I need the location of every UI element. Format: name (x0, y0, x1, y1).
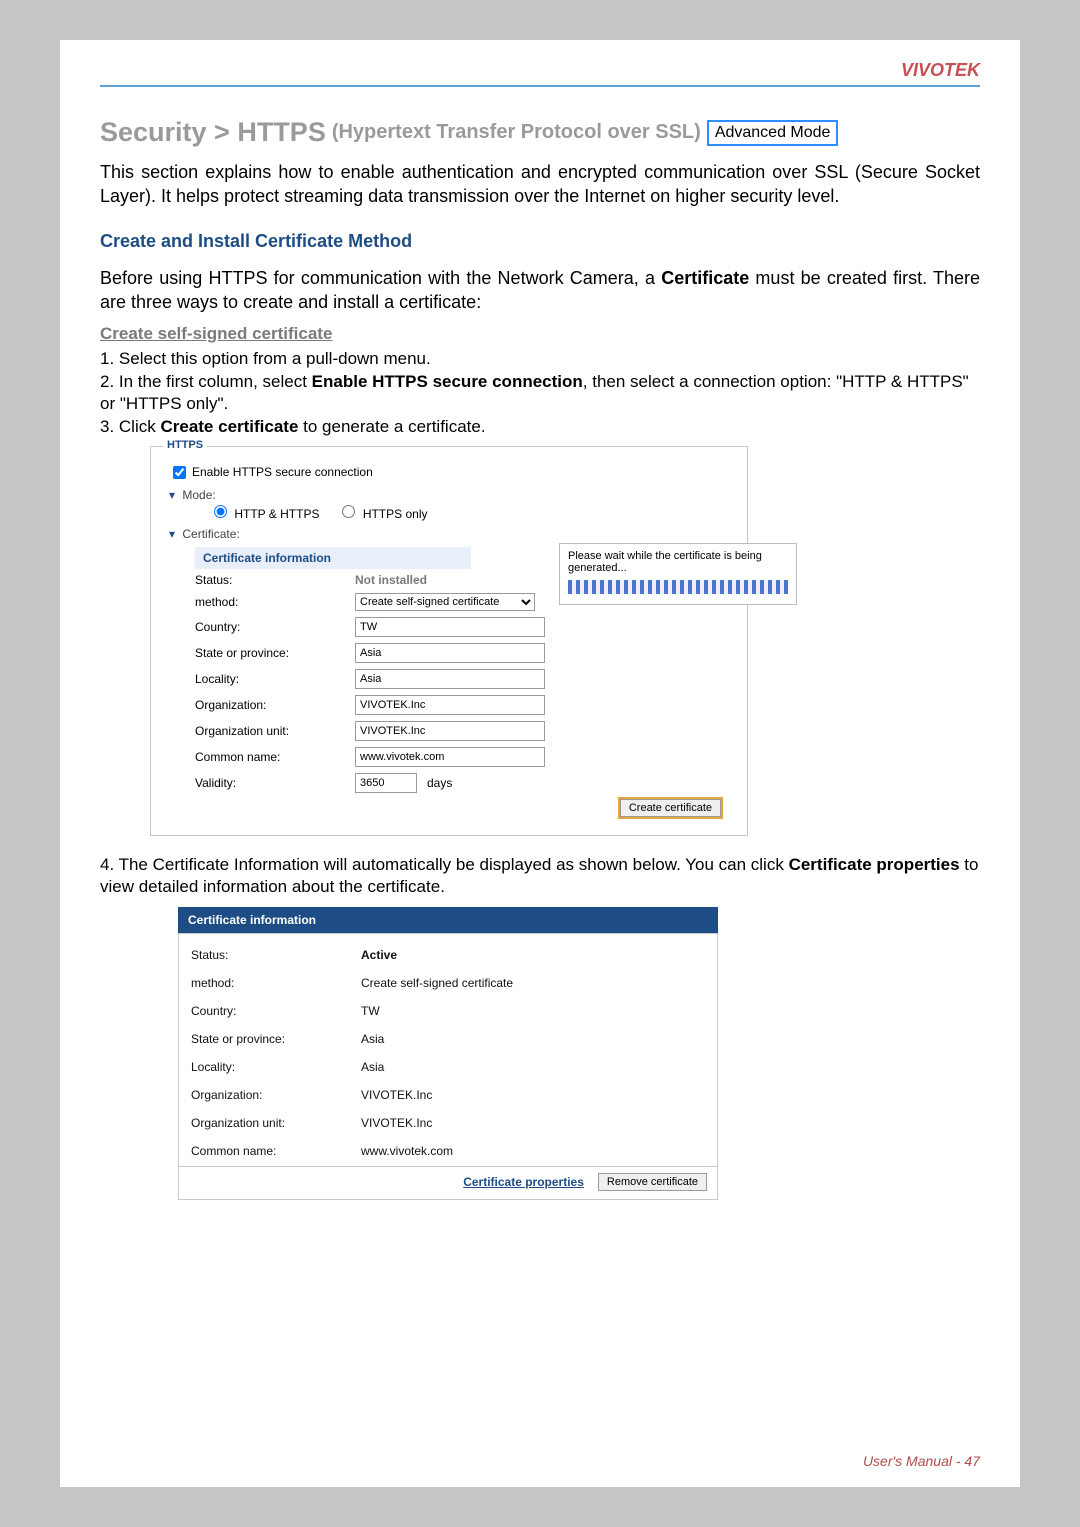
enable-https-checkbox[interactable] (173, 466, 186, 479)
locality-label: Locality: (195, 672, 355, 686)
radio-http-https-label: HTTP & HTTPS (234, 507, 319, 521)
step-4b: Certificate properties (789, 855, 960, 874)
orgunit-label: Organization unit: (195, 724, 355, 738)
step-2: 2. In the first column, select Enable HT… (100, 371, 980, 416)
before-p-1: Before using HTTPS for communication wit… (100, 268, 661, 288)
cert-info-panel: Certificate information Status: Active m… (178, 907, 718, 1200)
orgunit-label-2: Organization unit: (191, 1116, 361, 1130)
generating-certificate-dialog: Please wait while the certificate is bei… (559, 543, 797, 605)
org-label-2: Organization: (191, 1088, 361, 1102)
cert-info-header: Certificate information (195, 547, 471, 569)
certificate-properties-link[interactable]: Certificate properties (463, 1175, 584, 1189)
footer-label: User's Manual - (863, 1453, 961, 1469)
step-3a: 3. Click (100, 417, 160, 436)
org-label: Organization: (195, 698, 355, 712)
radio-https-only[interactable]: HTTPS only (337, 502, 427, 521)
https-frame-title: HTTPS (163, 439, 207, 451)
selfsigned-heading: Create self-signed certificate (100, 324, 980, 344)
state-value-2: Asia (361, 1032, 705, 1046)
https-config-panel: HTTPS Enable HTTPS secure connection ▾ M… (150, 446, 748, 836)
orgunit-value-2: VIVOTEK.Inc (361, 1116, 705, 1130)
heading-subtitle: (Hypertext Transfer Protocol over SSL) (332, 121, 701, 144)
remove-certificate-button[interactable]: Remove certificate (598, 1173, 707, 1191)
expand-icon[interactable]: ▾ (169, 488, 175, 502)
step-3b: Create certificate (160, 417, 298, 436)
common-input[interactable] (355, 747, 545, 767)
cert-info-title: Certificate information (178, 907, 718, 933)
steps-block-2: 4. The Certificate Information will auto… (100, 854, 980, 899)
radio-https-only-label: HTTPS only (363, 507, 428, 521)
certificate-label: Certificate: (182, 527, 239, 541)
common-value-2: www.vivotek.com (361, 1144, 705, 1158)
intro-paragraph: This section explains how to enable auth… (100, 160, 980, 209)
section-heading: Create and Install Certificate Method (100, 231, 980, 252)
footer-page: 47 (964, 1453, 980, 1469)
enable-https-label: Enable HTTPS secure connection (192, 465, 373, 479)
status-label-2: Status: (191, 948, 361, 962)
orgunit-input[interactable] (355, 721, 545, 741)
method-select[interactable]: Create self-signed certificate (355, 593, 535, 611)
locality-value-2: Asia (361, 1060, 705, 1074)
status-label: Status: (195, 573, 355, 587)
step-4a: 4. The Certificate Information will auto… (100, 855, 789, 874)
validity-input[interactable] (355, 773, 417, 793)
status-value-2: Active (361, 948, 705, 962)
steps-block-1: 1. Select this option from a pull-down m… (100, 348, 980, 438)
progress-bar (568, 580, 788, 594)
page-footer: User's Manual - 47 (863, 1453, 980, 1469)
mode-label: Mode: (182, 488, 215, 502)
locality-label-2: Locality: (191, 1060, 361, 1074)
state-label: State or province: (195, 646, 355, 660)
cert-form: Status: Not installed method: Create sel… (195, 573, 729, 793)
method-value-2: Create self-signed certificate (361, 976, 705, 990)
brand-name: VIVOTEK (901, 60, 980, 80)
country-label-2: Country: (191, 1004, 361, 1018)
advanced-mode-badge: Advanced Mode (707, 120, 839, 146)
method-label: method: (195, 595, 355, 609)
country-label: Country: (195, 620, 355, 634)
validity-unit: days (427, 776, 452, 790)
page-heading: Security > HTTPS (Hypertext Transfer Pro… (100, 117, 980, 148)
radio-http-https[interactable]: HTTP & HTTPS (209, 502, 319, 521)
country-value-2: TW (361, 1004, 705, 1018)
step-2a: 2. In the first column, select (100, 372, 312, 391)
before-paragraph: Before using HTTPS for communication wit… (100, 266, 980, 315)
brand-bar: VIVOTEK (100, 60, 980, 87)
common-label: Common name: (195, 750, 355, 764)
before-p-bold: Certificate (661, 268, 749, 288)
org-value-2: VIVOTEK.Inc (361, 1088, 705, 1102)
create-certificate-button[interactable]: Create certificate (620, 799, 721, 817)
manual-page: VIVOTEK Security > HTTPS (Hypertext Tran… (60, 40, 1020, 1487)
radio-http-https-input[interactable] (214, 505, 227, 518)
generating-certificate-text: Please wait while the certificate is bei… (568, 550, 788, 574)
step-4: 4. The Certificate Information will auto… (100, 854, 980, 899)
country-input[interactable] (355, 617, 545, 637)
step-3c: to generate a certificate. (298, 417, 485, 436)
step-3: 3. Click Create certificate to generate … (100, 416, 980, 438)
step-2b: Enable HTTPS secure connection (312, 372, 583, 391)
radio-https-only-input[interactable] (342, 505, 355, 518)
heading-main: Security > HTTPS (100, 117, 326, 148)
step-1: 1. Select this option from a pull-down m… (100, 348, 980, 370)
org-input[interactable] (355, 695, 545, 715)
state-label-2: State or province: (191, 1032, 361, 1046)
expand-icon[interactable]: ▾ (169, 527, 175, 541)
state-input[interactable] (355, 643, 545, 663)
locality-input[interactable] (355, 669, 545, 689)
common-label-2: Common name: (191, 1144, 361, 1158)
method-label-2: method: (191, 976, 361, 990)
validity-label: Validity: (195, 776, 355, 790)
